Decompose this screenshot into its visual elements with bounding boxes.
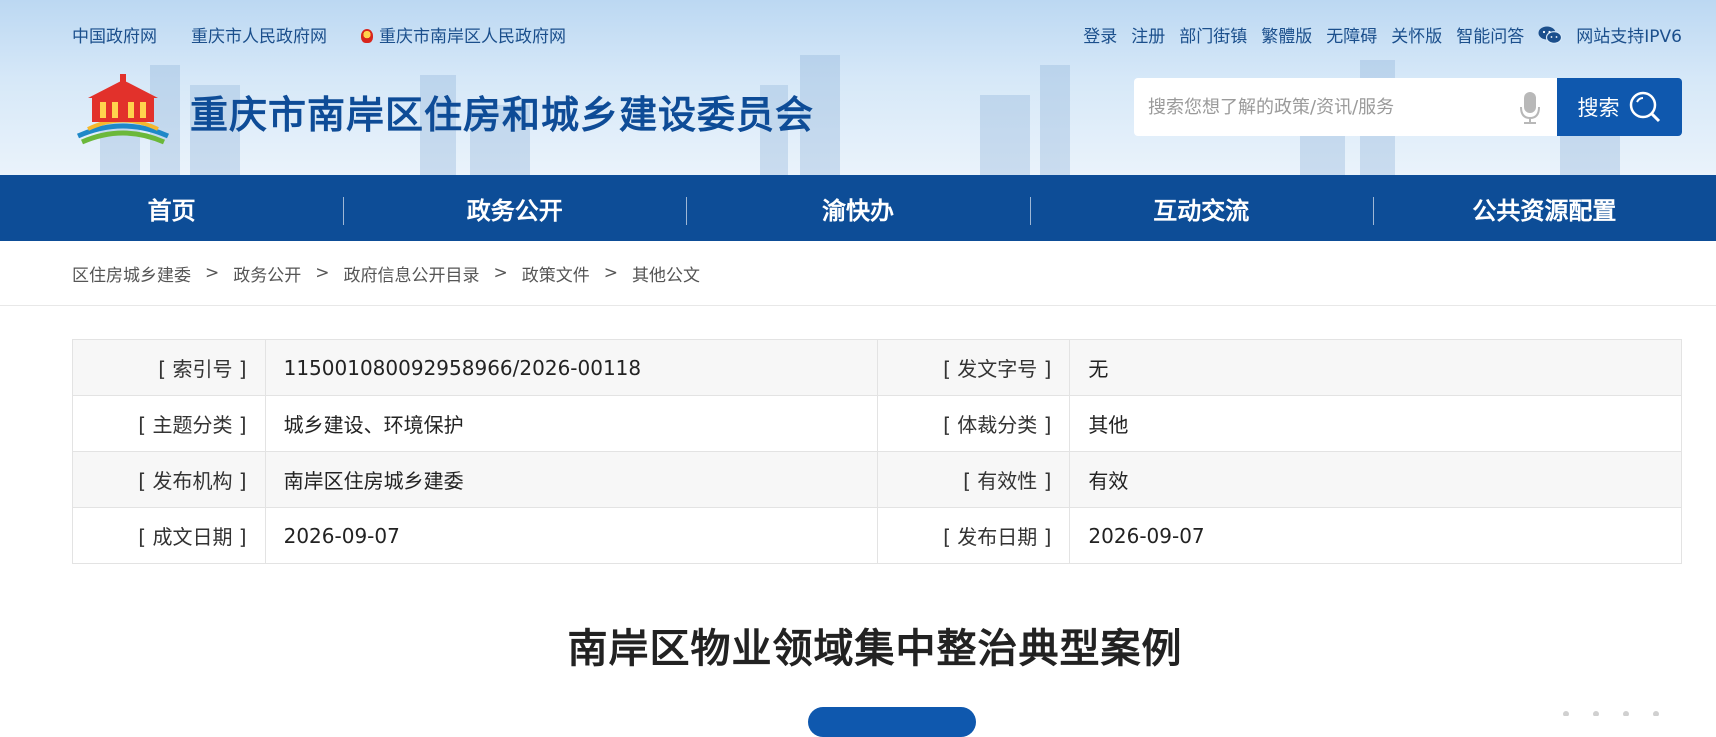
info-value: 有效 (1069, 451, 1682, 508)
link-nanan-gov[interactable]: 重庆市南岸区人民政府网 (361, 22, 566, 47)
wechat-icon[interactable] (1538, 26, 1563, 44)
breadcrumb-separator: > (205, 263, 220, 283)
register-link[interactable]: 注册 (1131, 22, 1165, 47)
breadcrumb-item[interactable]: 其他公文 (632, 261, 700, 286)
site-title: 重庆市南岸区住房和城乡建设委员会 (190, 93, 815, 137)
table-row: [ 索引号 ] 115001080092958966/2026-00118 [ … (72, 339, 1682, 396)
microphone-icon[interactable] (1519, 91, 1541, 125)
top-links-right: 登录 注册 部门街镇 繁體版 无障碍 关怀版 智能问答 网站支持IPV6 (1083, 22, 1682, 47)
info-key: [ 发布机构 ] (72, 451, 266, 508)
search-box (1134, 78, 1557, 136)
info-value: 115001080092958966/2026-00118 (264, 339, 878, 396)
table-row: [ 主题分类 ] 城乡建设、环境保护 [ 体裁分类 ] 其他 (72, 395, 1682, 452)
breadcrumb-separator: > (315, 263, 330, 283)
traditional-chinese-link[interactable]: 繁體版 (1261, 22, 1312, 47)
search-button-label: 搜索 (1577, 96, 1620, 120)
site-logo-icon[interactable] (74, 72, 172, 148)
breadcrumb-item[interactable]: 政策文件 (522, 261, 590, 286)
info-key: [ 索引号 ] (72, 339, 266, 396)
accessibility-link[interactable]: 无障碍 (1326, 22, 1377, 47)
top-links-left: 中国政府网 重庆市人民政府网 重庆市南岸区人民政府网 (72, 22, 566, 47)
breadcrumb-separator: > (493, 263, 508, 283)
info-value: 城乡建设、环境保护 (264, 395, 878, 452)
info-value: 无 (1069, 339, 1682, 396)
site-header: 中国政府网 重庆市人民政府网 重庆市南岸区人民政府网 登录 注册 部门街镇 繁體… (0, 0, 1716, 175)
breadcrumb-item[interactable]: 区住房城乡建委 (72, 261, 191, 286)
breadcrumb-separator: > (603, 263, 618, 283)
nav-public-resources[interactable]: 公共资源配置 (1372, 191, 1716, 226)
info-key: [ 发布日期 ] (876, 507, 1071, 564)
table-row: [ 发布机构 ] 南岸区住房城乡建委 [ 有效性 ] 有效 (72, 451, 1682, 508)
info-value: 南岸区住房城乡建委 (264, 451, 878, 508)
table-row: [ 成文日期 ] 2026-09-07 [ 发布日期 ] 2026-09-07 (72, 507, 1682, 564)
info-key: [ 有效性 ] (876, 451, 1071, 508)
nav-yukuaiban[interactable]: 渝快办 (686, 191, 1029, 226)
info-value: 其他 (1069, 395, 1682, 452)
info-key: [ 发文字号 ] (876, 339, 1071, 396)
search-button[interactable]: 搜索 (1557, 78, 1682, 136)
main-nav: 首页 政务公开 渝快办 互动交流 公共资源配置 (0, 175, 1716, 241)
departments-link[interactable]: 部门街镇 (1179, 22, 1247, 47)
search-icon (1629, 91, 1660, 123)
national-emblem-icon (361, 29, 373, 43)
ipv6-label: 网站支持IPV6 (1576, 27, 1682, 47)
elderly-mode-link[interactable]: 关怀版 (1391, 22, 1442, 47)
link-cq-gov[interactable]: 重庆市人民政府网 (191, 22, 327, 47)
search-input[interactable] (1146, 95, 1520, 119)
breadcrumb-item[interactable]: 政府信息公开目录 (344, 261, 480, 286)
link-gov-cn[interactable]: 中国政府网 (72, 22, 157, 47)
nav-gov-affairs[interactable]: 政务公开 (343, 191, 686, 226)
info-value: 2026-09-07 (264, 507, 878, 564)
login-link[interactable]: 登录 (1083, 22, 1117, 47)
breadcrumb-item[interactable]: 政务公开 (233, 261, 301, 286)
nav-interaction[interactable]: 互动交流 (1029, 191, 1373, 226)
article-title: 南岸区物业领域集中整治典型案例 (567, 626, 1183, 672)
info-key: [ 成文日期 ] (72, 507, 266, 564)
info-key: [ 体裁分类 ] (876, 395, 1071, 452)
info-key: [ 主题分类 ] (72, 395, 266, 452)
info-value: 2026-09-07 (1069, 507, 1682, 564)
font-size-toggle-button[interactable] (808, 707, 976, 737)
link-nanan-gov-label: 重庆市南岸区人民政府网 (379, 27, 566, 47)
document-info-table: [ 索引号 ] 115001080092958966/2026-00118 [ … (72, 339, 1682, 564)
breadcrumb: 区住房城乡建委 > 政务公开 > 政府信息公开目录 > 政策文件 > 其他公文 (0, 241, 1716, 306)
nav-home[interactable]: 首页 (0, 191, 343, 226)
smart-qa-link[interactable]: 智能问答 (1456, 22, 1524, 47)
share-icons[interactable] (1556, 706, 1676, 716)
